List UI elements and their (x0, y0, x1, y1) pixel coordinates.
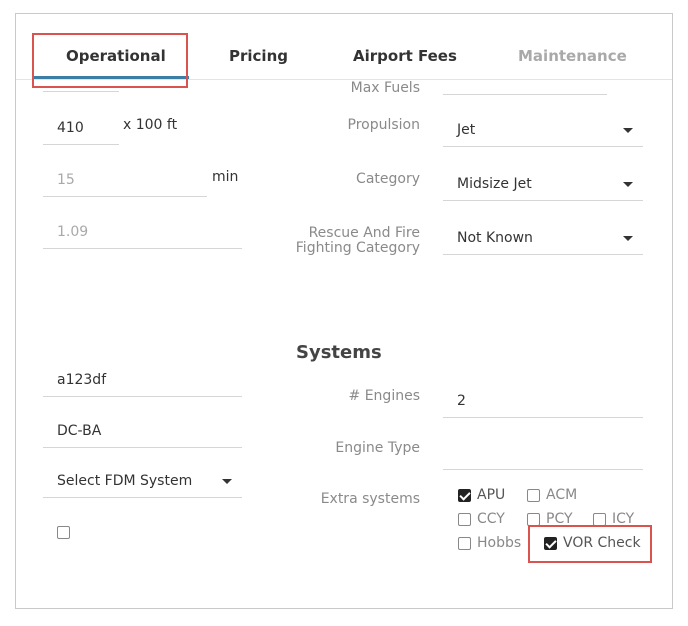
max-fuels-input[interactable] (443, 80, 607, 95)
category-select[interactable]: Midsize Jet (443, 162, 643, 201)
fdm-system-value: Select FDM System (57, 473, 193, 489)
propulsion-select[interactable]: Jet (443, 108, 643, 147)
propulsion-label: Propulsion (347, 117, 420, 133)
rescue-fire-select[interactable]: Not Known (443, 218, 643, 255)
chevron-down-icon (222, 479, 232, 484)
checkbox-icon (458, 512, 471, 526)
systems-heading: Systems (296, 342, 382, 363)
engine-type-label: Engine Type (335, 440, 420, 456)
acm-checkbox-label: ACM (546, 487, 578, 503)
top-cut-field[interactable] (43, 88, 119, 92)
apu-checkbox[interactable]: APU (458, 487, 505, 503)
checkbox-icon (527, 488, 540, 502)
code-input[interactable]: DC-BA (43, 411, 242, 448)
tab-maintenance: Maintenance (518, 47, 627, 65)
category-value: Midsize Jet (457, 176, 532, 192)
hobbs-checkbox-label: Hobbs (477, 535, 522, 551)
chevron-down-icon (623, 182, 633, 187)
serial-input[interactable]: a123df (43, 360, 242, 397)
factor-input[interactable]: 1.09 (43, 212, 242, 249)
tab-highlight-annotation (32, 33, 188, 88)
apu-checkbox-label: APU (477, 487, 506, 503)
engine-type-input[interactable] (443, 432, 643, 470)
time-input[interactable]: 15 (43, 160, 207, 197)
chevron-down-icon (623, 236, 633, 241)
serial-value: a123df (57, 372, 107, 388)
extra-systems-label: Extra systems (320, 491, 420, 507)
checkbox-icon (458, 536, 471, 550)
rescue-fire-label: Rescue And Fire Fighting Category (295, 225, 420, 256)
code-value: DC-BA (57, 423, 102, 439)
checkbox-icon (593, 512, 606, 526)
fdm-system-select[interactable]: Select FDM System (43, 461, 242, 498)
tab-airport-fees[interactable]: Airport Fees (353, 47, 457, 65)
max-fuels-label: Max Fuels (350, 80, 420, 96)
tab-pricing[interactable]: Pricing (229, 47, 288, 65)
time-unit-label: min (212, 169, 239, 185)
dialog-panel (15, 13, 673, 609)
engines-value: 2 (457, 393, 466, 409)
factor-value: 1.09 (57, 224, 89, 240)
edge-fragment (16, 84, 20, 92)
vor-check-highlight-annotation (528, 525, 652, 563)
runway-length-value: 410 (57, 120, 84, 136)
ccy-checkbox-label: CCY (477, 511, 505, 527)
fdm-checkbox[interactable] (57, 526, 76, 539)
time-value: 15 (57, 172, 75, 188)
chevron-down-icon (623, 128, 633, 133)
runway-unit-label: x 100 ft (123, 117, 178, 133)
checkbox-icon (57, 526, 70, 539)
engines-label: # Engines (348, 388, 420, 404)
runway-length-input[interactable]: 410 (43, 108, 119, 145)
ccy-checkbox[interactable]: CCY (458, 511, 505, 527)
hobbs-checkbox[interactable]: Hobbs (458, 535, 521, 551)
engines-input[interactable]: 2 (443, 380, 643, 418)
propulsion-value: Jet (457, 122, 476, 138)
rescue-fire-value: Not Known (457, 230, 533, 246)
category-label: Category (356, 171, 420, 187)
acm-checkbox[interactable]: ACM (527, 487, 577, 503)
checkbox-checked-icon (458, 488, 471, 502)
checkbox-icon (527, 512, 540, 526)
